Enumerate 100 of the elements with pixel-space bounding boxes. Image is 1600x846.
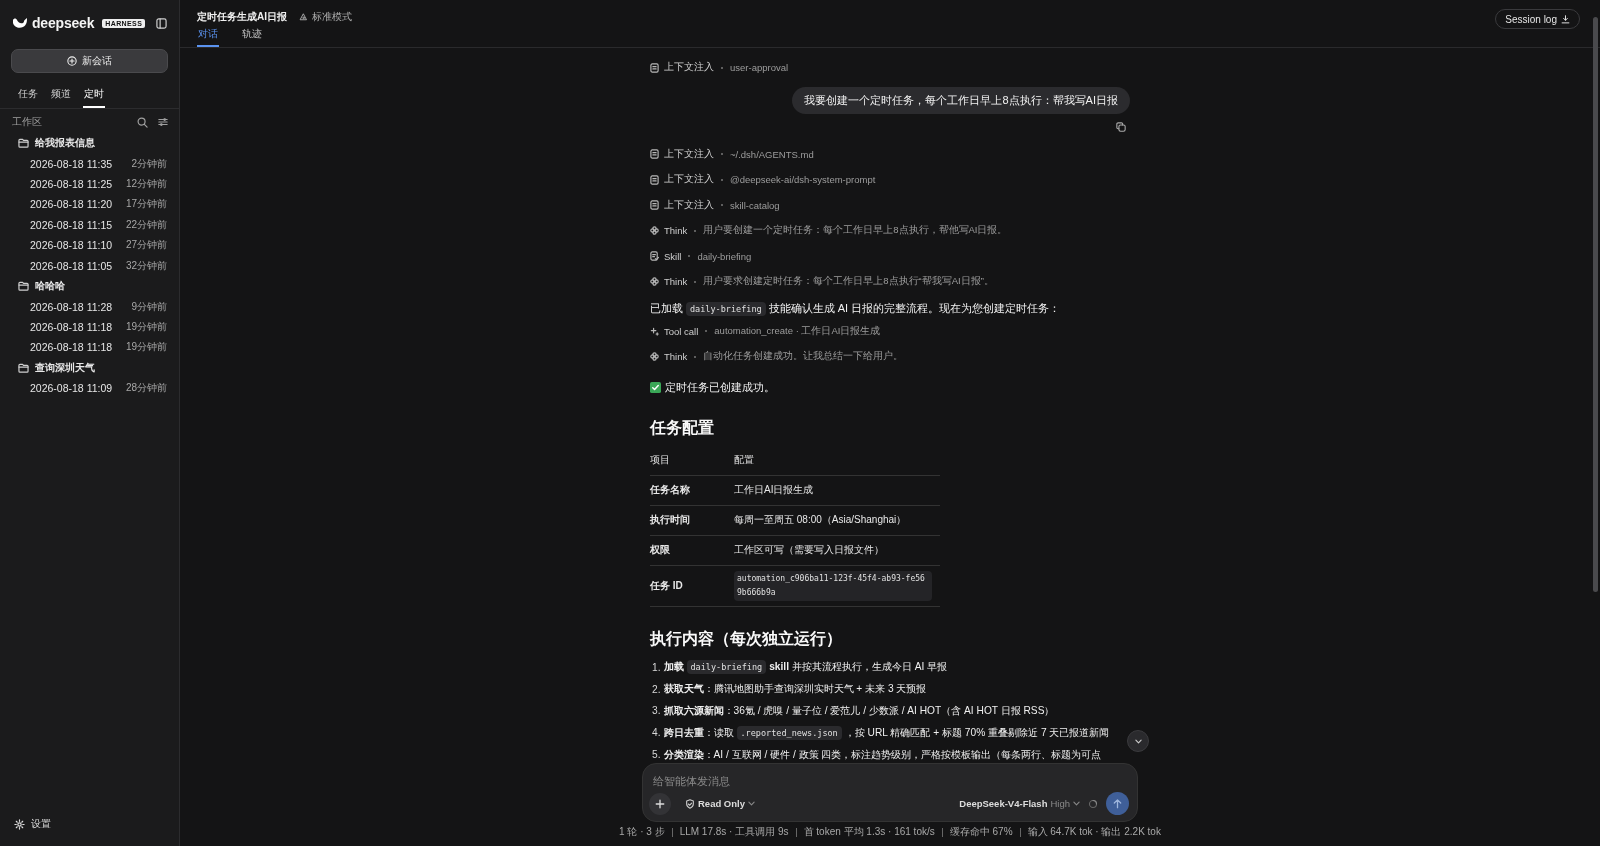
message-text: 已加载: [650, 301, 683, 316]
message-text: 抓取六源新闻：36氪 / 虎嗅 / 量子位 / 爱范儿 / 少数派 / AI HOT（含 AI HOT 日报 RSS）: [663, 704, 1055, 718]
new-chat-button[interactable]: 新会话: [11, 49, 168, 73]
flower-icon: [650, 277, 659, 287]
session-time: 12分钟前: [125, 177, 167, 192]
table-header: 配置: [734, 445, 940, 475]
search-icon[interactable]: [137, 116, 148, 128]
session-item[interactable]: 2026-08-18 11:09: [30, 382, 126, 395]
section-label: 工作区: [12, 115, 43, 129]
copy-icon[interactable]: [1116, 121, 1126, 132]
message-composer[interactable]: 给智能体发消息 Read Only DeepSeek-V4-Flash High: [642, 763, 1138, 822]
model-dropdown[interactable]: DeepSeek-V4-Flash High: [959, 798, 1080, 809]
list-number: 1.: [652, 661, 661, 673]
folder-item[interactable]: 给我报表信息: [0, 133, 179, 154]
session-time: 22分钟前: [125, 217, 167, 232]
scrollbar-thumb[interactable]: [1593, 17, 1598, 592]
trace-detail: daily-briefing: [697, 250, 752, 262]
code-block: automation_c906ba11-123f-45f4-ab93-fe569b666b9a: [734, 570, 932, 601]
trace-label: Think: [664, 276, 688, 288]
folder-item[interactable]: 查询深圳天气: [0, 357, 179, 378]
plus-circle-icon: [67, 56, 77, 66]
trace-label: 上下文注入: [664, 173, 714, 187]
session-time: 17分钟前: [125, 197, 167, 212]
stat-text: 1 轮 · 3 步: [619, 825, 665, 839]
attach-button[interactable]: [649, 792, 671, 815]
trace-detail: @deepseek-ai/dsh-system-prompt: [730, 174, 876, 186]
table-cell: 执行时间: [650, 505, 734, 535]
settings-link[interactable]: 设置: [31, 817, 51, 831]
chevron-down-icon: [748, 801, 755, 806]
conversation-title: 定时任务生成AI日报: [197, 10, 287, 24]
document-icon: [650, 62, 659, 73]
stat-text: LLM 17.8s · 工具调用 9s: [679, 825, 789, 839]
folder-icon: [18, 281, 29, 292]
scroll-down-button[interactable]: [1127, 730, 1149, 752]
permission-dropdown[interactable]: Read Only: [685, 798, 755, 809]
stat-text: 缓存命中 67%: [949, 825, 1013, 839]
list-number: 2.: [652, 683, 661, 695]
plus-icon: [655, 798, 665, 809]
user-message: 我要创建一个定时任务，每个工作日早上8点执行：帮我写AI日报: [792, 86, 1130, 114]
sparkle-icon: [650, 326, 659, 336]
list-number: 3.: [652, 705, 661, 717]
session-item[interactable]: 2026-08-18 11:10: [30, 239, 126, 252]
session-time: 2分钟前: [131, 156, 167, 171]
logo-text: deepseek: [32, 15, 95, 31]
document-icon: [650, 200, 659, 211]
message-text: 获取天气：腾讯地图助手查询深圳实时天气 + 未来 3 天预报: [663, 682, 927, 697]
table-cell: 任务名称: [650, 475, 734, 505]
message-text: ，按 URL 精确匹配 + 标题 70% 重叠剔除近 7 天已报道新闻: [844, 725, 1110, 740]
table-header: 项目: [650, 445, 734, 475]
session-item[interactable]: 2026-08-18 11:28: [30, 300, 132, 313]
session-item[interactable]: 2026-08-18 11:18: [30, 341, 126, 354]
trace-label: 上下文注入: [664, 61, 714, 75]
folder-icon: [18, 362, 29, 373]
trace-detail: automation_create · 工作日AI日报生成: [714, 324, 881, 338]
stat-text: 输入 64.7K tok · 输出 2.2K tok: [1027, 825, 1161, 839]
sidebar-toggle-icon[interactable]: [156, 17, 167, 29]
checkmark-icon: [650, 382, 661, 393]
chevron-down-icon: [1073, 801, 1080, 806]
trace-label: Tool call: [664, 325, 699, 337]
view-tab[interactable]: 轨迹: [241, 25, 263, 47]
session-time: 9分钟前: [131, 299, 167, 314]
session-item[interactable]: 2026-08-18 11:25: [30, 178, 126, 191]
send-button[interactable]: [1106, 792, 1129, 815]
trace-detail: 自动化任务创建成功。让我总结一下给用户。: [703, 350, 904, 364]
table-cell: 工作区可写（需要写入日报文件）: [734, 535, 940, 565]
table-cell: 权限: [650, 535, 734, 565]
session-time: 19分钟前: [125, 319, 167, 334]
view-tab[interactable]: 对话: [197, 25, 219, 47]
sliders-icon[interactable]: [158, 117, 168, 127]
chevron-down-icon: [1134, 738, 1142, 744]
section-heading: 任务配置: [650, 417, 715, 438]
session-item[interactable]: 2026-08-18 11:20: [30, 198, 126, 211]
mode-label: 标准模式: [312, 10, 352, 24]
trace-detail: 用户要创建一个定时任务：每个工作日早上8点执行，帮他写AI日报。: [703, 224, 1008, 238]
message-input[interactable]: 给智能体发消息: [653, 772, 1129, 790]
trace-detail: skill-catalog: [730, 199, 780, 211]
sidebar-tab[interactable]: 任务: [17, 83, 39, 108]
trace-detail: user-approval: [730, 62, 789, 74]
sidebar-tab[interactable]: 频道: [50, 83, 72, 108]
download-icon: [1561, 14, 1570, 24]
session-item[interactable]: 2026-08-18 11:05: [30, 259, 126, 272]
settings-icon[interactable]: [14, 818, 25, 830]
folder-item[interactable]: 哈哈哈: [0, 275, 179, 297]
arrow-up-icon: [1112, 798, 1123, 809]
trace-detail: 用户要求创建定时任务：每个工作日早上8点执行“帮我写AI日报”。: [703, 275, 994, 289]
sidebar-tab[interactable]: 定时: [83, 83, 105, 108]
message-text: skill 并按其流程执行，生成今日 AI 早报: [769, 660, 948, 675]
document-icon: [650, 174, 659, 185]
stat-text: 首 token 平均 1.3s · 161 tok/s: [803, 825, 935, 839]
shield-icon: [685, 798, 695, 809]
session-item[interactable]: 2026-08-18 11:18: [30, 320, 126, 333]
session-item[interactable]: 2026-08-18 11:35: [30, 157, 132, 170]
message-text: 技能确认生成 AI 日报的完整流程。现在为您创建定时任务：: [768, 301, 1061, 316]
trace-label: Think: [664, 351, 688, 363]
trace-detail: ~/.dsh/AGENTS.md: [730, 148, 814, 160]
flower-icon: [650, 352, 659, 362]
inline-code: daily-briefing: [686, 301, 766, 316]
inline-code: .reported_news.json: [736, 725, 842, 740]
session-item[interactable]: 2026-08-18 11:15: [30, 218, 126, 231]
section-heading: 执行内容（每次独立运行）: [650, 628, 843, 649]
